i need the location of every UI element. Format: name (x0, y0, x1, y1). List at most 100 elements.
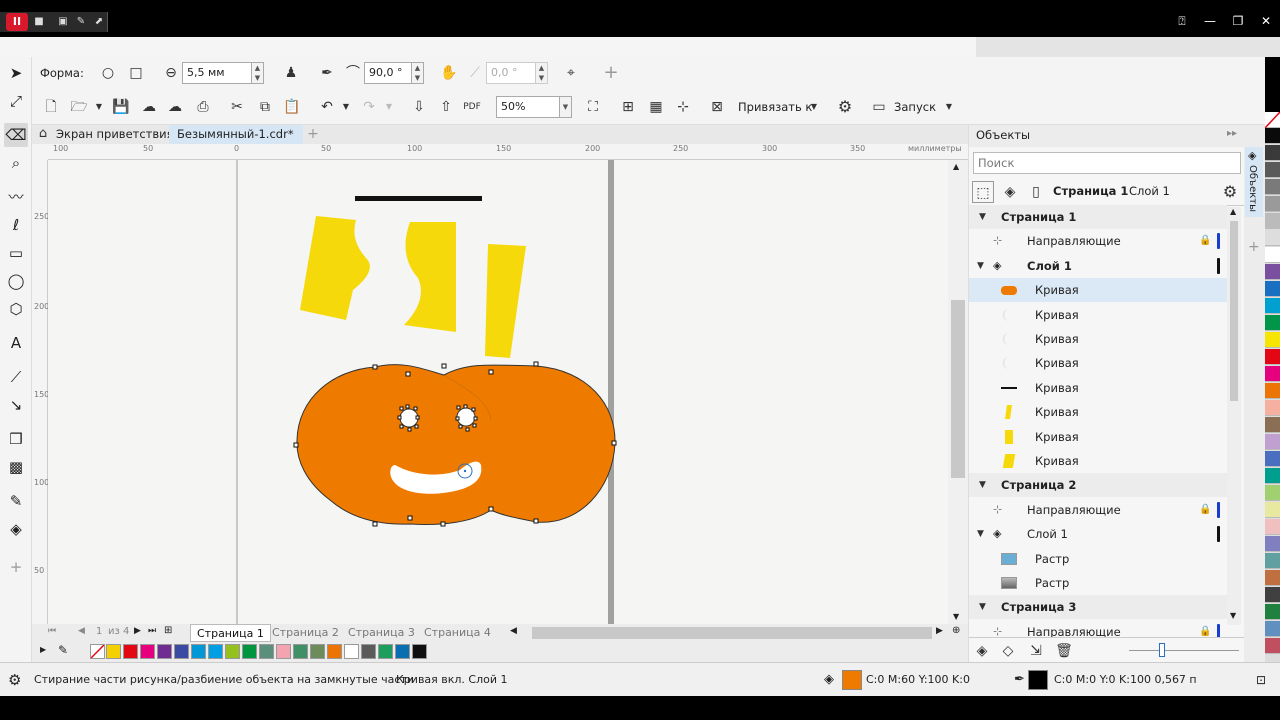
add-tool-icon[interactable]: + (4, 555, 28, 579)
bearing-field[interactable]: 0,0 ° (486, 62, 536, 84)
palette-swatch[interactable] (276, 644, 291, 659)
objects-dock-tab[interactable]: ◈ Объекты (1245, 147, 1263, 217)
object-tree-row[interactable]: Растр (969, 571, 1227, 595)
palette-swatch-right[interactable] (1265, 587, 1280, 603)
angle-spinner[interactable]: ▲ ▼ (412, 62, 424, 84)
undo-dropdown-icon[interactable]: ▼ (335, 96, 357, 118)
connector-tool-icon[interactable]: ↘ (4, 393, 28, 417)
object-tree-row[interactable]: Кривая (969, 327, 1227, 351)
close-icon[interactable]: ✕ (1256, 14, 1276, 32)
palette-swatch-right[interactable] (1265, 366, 1280, 382)
thumbnail-size-handle[interactable] (1159, 643, 1165, 657)
zoom-dropdown-icon[interactable]: ▼ (560, 96, 572, 118)
object-tree-row[interactable]: ▼ Страница 1 (969, 205, 1227, 229)
page-tab-3[interactable]: Страница 3 (342, 624, 421, 642)
palette-swatch[interactable] (225, 644, 240, 659)
docker-scroll-thumb[interactable] (1230, 221, 1238, 401)
palette-swatch-right[interactable] (1265, 485, 1280, 501)
first-page-icon[interactable]: ⏮ (48, 626, 56, 636)
paste-icon[interactable]: 📋 (281, 96, 303, 118)
fill-icon[interactable]: ◈ (824, 663, 834, 697)
palette-swatch-right[interactable] (1265, 332, 1280, 348)
palette-swatch-right[interactable] (1265, 145, 1280, 161)
palette-swatch[interactable] (327, 644, 342, 659)
palette-swatch-right[interactable] (1265, 553, 1280, 569)
fill-tool-icon[interactable]: ◈ (4, 517, 28, 541)
palette-swatch-right[interactable] (1265, 383, 1280, 399)
palette-swatch[interactable] (378, 644, 393, 659)
horizontal-ruler[interactable]: 100 50 0 50 100 150 200 250 300 350 милл… (48, 144, 968, 160)
zoom-navigator-icon[interactable]: ⊕ (952, 625, 960, 636)
eyedropper-tool-icon[interactable]: ✎ (4, 489, 28, 513)
docker-options-gear-icon[interactable]: ⚙ (1219, 181, 1241, 203)
page-tab-4[interactable]: Страница 4 (418, 624, 497, 642)
object-tree-row[interactable]: ⊹ Направляющие 🔒 (969, 229, 1227, 253)
palette-swatch-right[interactable] (1265, 468, 1280, 484)
redo-dropdown-icon[interactable]: ▼ (378, 96, 400, 118)
palette-swatch-right[interactable] (1265, 213, 1280, 229)
options-gear-icon[interactable]: ⚙ (834, 96, 856, 118)
object-tree-row[interactable]: Кривая (969, 376, 1227, 400)
object-tree-row[interactable]: ⊹ Направляющие 🔒 (969, 620, 1227, 637)
launch-icon[interactable]: ▭ (868, 96, 890, 118)
palette-swatch-right[interactable] (1265, 519, 1280, 535)
hscroll-left-icon[interactable]: ◀ (510, 626, 517, 636)
thumbnail-size-slider[interactable] (1129, 650, 1239, 651)
palette-swatch[interactable] (344, 644, 359, 659)
palette-swatch-right[interactable] (1265, 281, 1280, 297)
snap-off-icon[interactable]: ⊠ (706, 96, 728, 118)
palette-swatch-right[interactable] (1265, 570, 1280, 586)
rulers-icon[interactable]: ⊞ (617, 96, 639, 118)
object-tree-row[interactable]: Кривая (969, 351, 1227, 375)
last-page-icon[interactable]: ⏭ (148, 626, 156, 636)
cursor-icon[interactable]: ⬈ (92, 15, 106, 29)
pick-tool-icon[interactable]: ➤ (4, 61, 28, 85)
palette-swatch-right[interactable] (1265, 417, 1280, 433)
palette-swatch-right[interactable] (1265, 264, 1280, 280)
palette-swatch[interactable] (293, 644, 308, 659)
object-tree-row[interactable]: ⊹ Направляющие 🔒 (969, 498, 1227, 522)
tilt-icon[interactable]: ✒ (316, 62, 338, 84)
bearing-spinner[interactable]: ▲ ▼ (536, 62, 548, 84)
transparency-tool-icon[interactable]: ▩ (4, 455, 28, 479)
outline-width-spinner[interactable]: ▲ ▼ (252, 62, 264, 84)
object-tree-row[interactable]: Кривая (969, 449, 1227, 473)
palette-swatch-right[interactable] (1265, 638, 1280, 654)
new-document-icon[interactable]: 🗋 (40, 96, 62, 118)
vertical-ruler[interactable]: 250 200 150 100 50 (32, 160, 49, 624)
scroll-up-icon[interactable]: ▲ (953, 162, 959, 171)
artwork[interactable] (48, 160, 948, 624)
delete-icon[interactable]: 🗑 (1053, 640, 1075, 662)
dimension-tool-icon[interactable]: ⟋ (4, 365, 28, 389)
print-icon[interactable]: ⎙ (192, 96, 214, 118)
palette-swatch-right[interactable] (1265, 400, 1280, 416)
polygon-tool-icon[interactable]: ⬡ (4, 297, 28, 321)
full-screen-icon[interactable]: ⛶ (582, 96, 604, 118)
palette-swatch-right[interactable] (1265, 451, 1280, 467)
outline-width-field[interactable]: 5,5 мм (182, 62, 252, 84)
palette-swatch[interactable] (106, 644, 121, 659)
palette-swatch[interactable] (174, 644, 189, 659)
docker-expand-icon[interactable]: ▸▸ (1227, 128, 1237, 139)
help-icon[interactable]: ⍰ (1172, 14, 1192, 32)
palette-swatch[interactable] (395, 644, 410, 659)
scroll-down-icon[interactable]: ▼ (953, 612, 959, 621)
add-docker-icon[interactable]: + (1248, 239, 1260, 255)
palette-swatch-right[interactable] (1265, 315, 1280, 331)
objects-search-input[interactable]: Поиск (973, 152, 1241, 174)
grid-icon[interactable]: ▦ (645, 96, 667, 118)
zoom-field[interactable]: 50% (496, 96, 560, 118)
new-master-layer-icon[interactable]: ◇ (997, 640, 1019, 662)
palette-swatch[interactable] (157, 644, 172, 659)
palette-swatch-right[interactable] (1265, 536, 1280, 552)
pressure-icon[interactable]: ♟ (280, 62, 302, 84)
ruler-corner[interactable] (32, 144, 48, 160)
palette-swatch[interactable] (259, 644, 274, 659)
palette-menu-icon[interactable]: ▶ (40, 645, 46, 654)
new-layer-icon[interactable]: ◈ (971, 640, 993, 662)
object-tree-row[interactable]: ▼ Страница 3 (969, 595, 1227, 620)
page-tab-2[interactable]: Страница 2 (266, 624, 345, 642)
layers-icon[interactable]: ◈ (999, 181, 1021, 203)
rectangle-shape-icon[interactable]: □ (125, 62, 147, 84)
zoom-tool-icon[interactable]: ⌕ (4, 151, 28, 175)
